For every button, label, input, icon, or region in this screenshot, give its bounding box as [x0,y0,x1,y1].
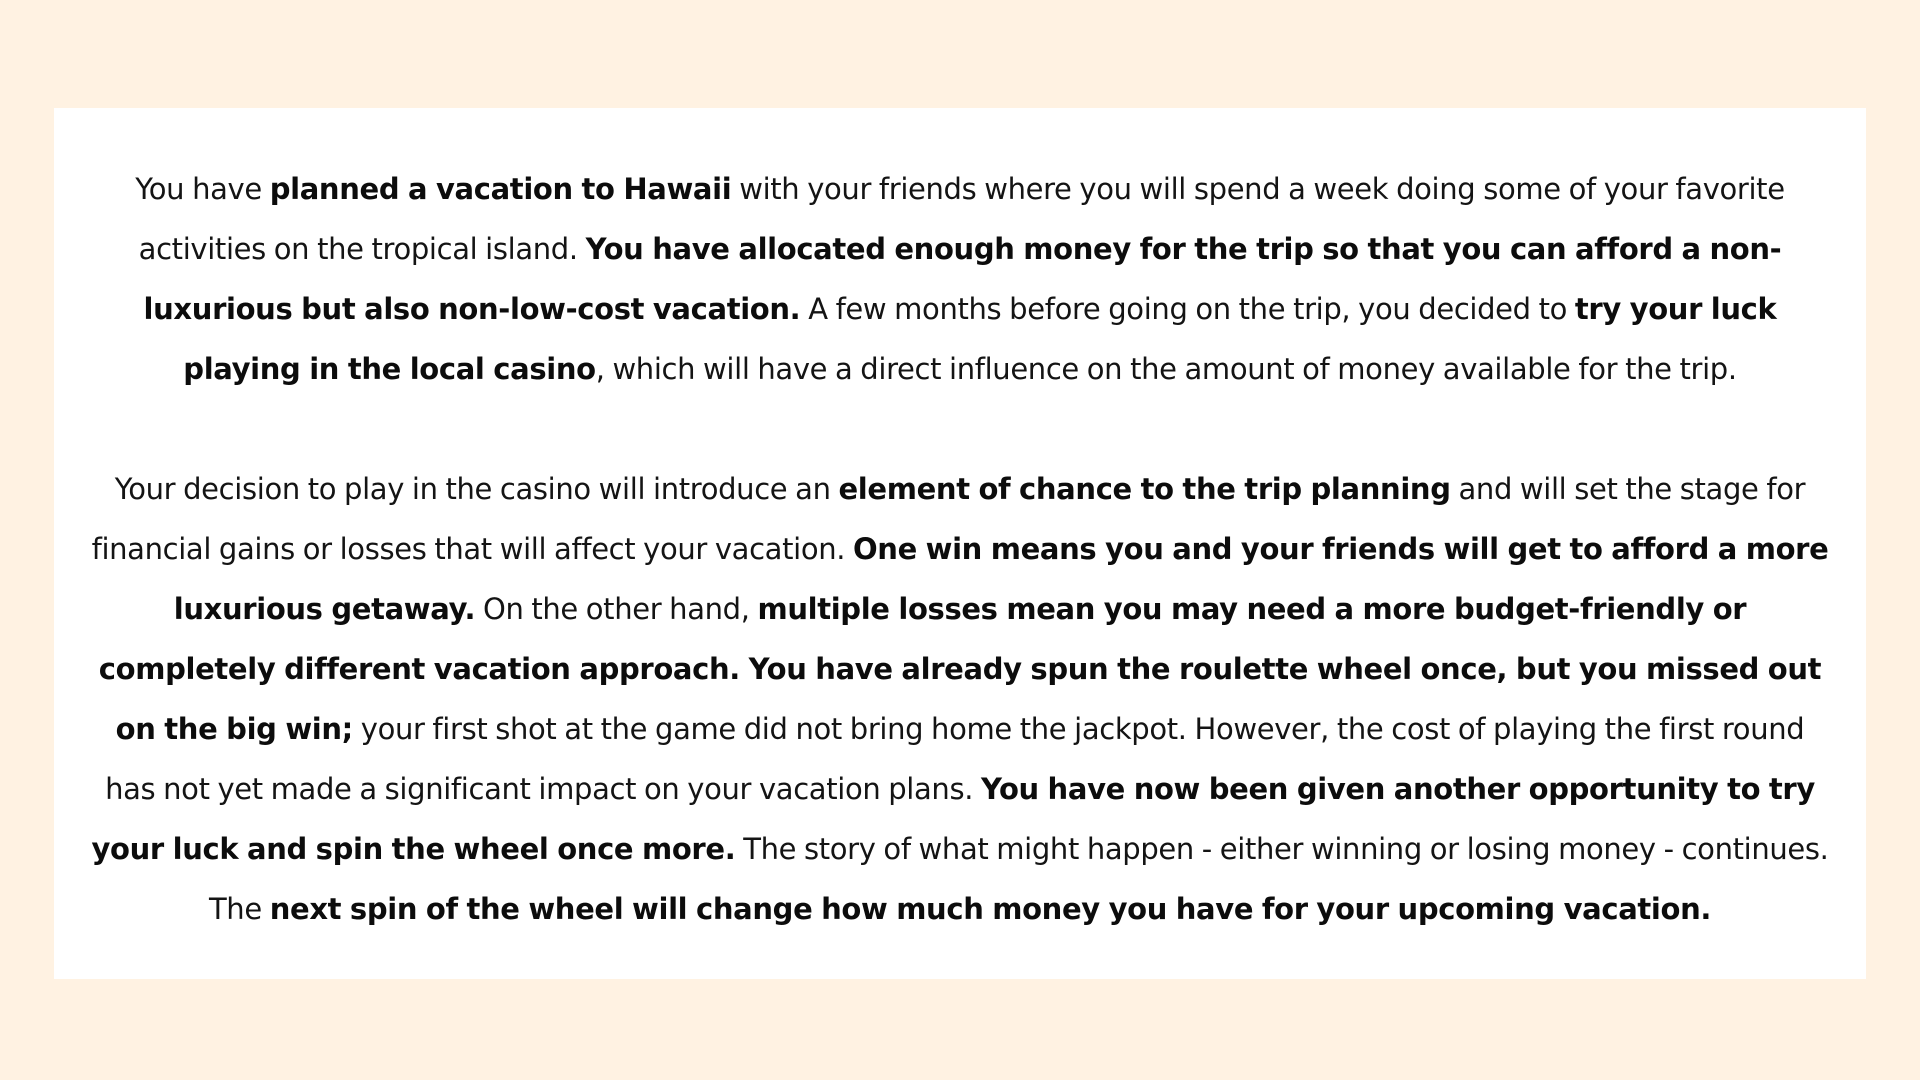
text-segment: A few months before going on the trip, y… [800,292,1575,326]
text-segment: , which will have a direct influence on … [595,352,1737,386]
text-segment: Your decision to play in the casino will… [114,472,839,506]
text-segment: On the other hand, [475,592,758,626]
text-card: You have planned a vacation to Hawaii wi… [54,108,1866,979]
paragraph-intro: You have planned a vacation to Hawaii wi… [90,159,1830,399]
paragraph-casino-decision: Your decision to play in the casino will… [90,459,1830,939]
emphasis-segment: next spin of the wheel will change how m… [269,892,1712,926]
emphasis-segment: planned a vacation to Hawaii [269,172,732,206]
emphasis-segment: element of chance to the trip planning [838,472,1451,506]
text-segment: You have [135,172,270,206]
